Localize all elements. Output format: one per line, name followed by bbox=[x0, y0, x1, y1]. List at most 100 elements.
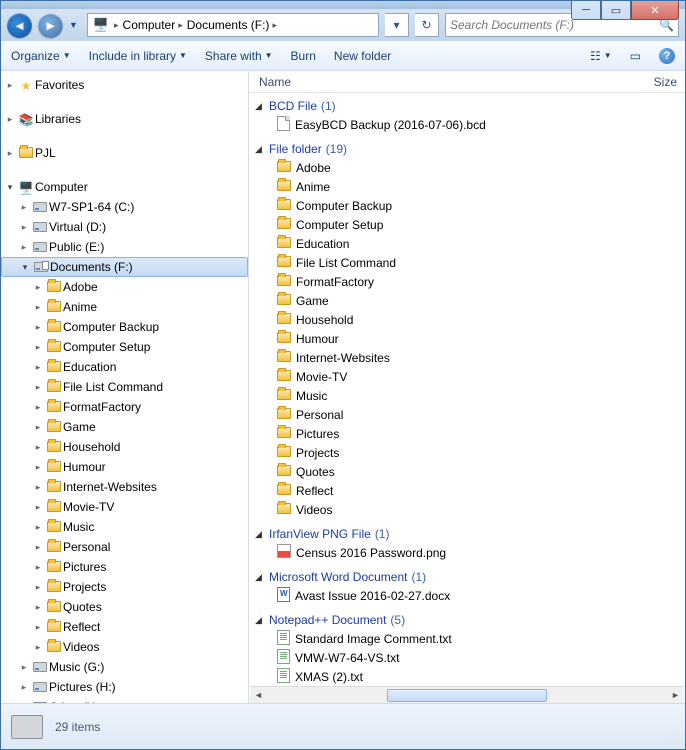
list-item[interactable]: Pictures bbox=[255, 424, 685, 443]
group-header-bcdfile[interactable]: ◢BCD File (1) bbox=[255, 97, 685, 115]
list-item[interactable]: File List Command bbox=[255, 253, 685, 272]
sidebar-folder-quotes[interactable]: ▸Quotes bbox=[1, 597, 248, 617]
horizontal-scrollbar[interactable]: ◄ ► bbox=[250, 686, 684, 703]
view-menu[interactable]: ☷▼ bbox=[590, 49, 612, 63]
expand-arrow[interactable]: ▸ bbox=[31, 482, 45, 493]
scroll-track[interactable] bbox=[267, 688, 667, 703]
column-size[interactable]: Size bbox=[635, 75, 685, 89]
sidebar-computer[interactable]: ▾🖥️Computer bbox=[1, 177, 248, 197]
sidebar-folder-movietv[interactable]: ▸Movie-TV bbox=[1, 497, 248, 517]
expand-arrow[interactable]: ▸ bbox=[31, 542, 45, 553]
expand-arrow[interactable]: ▸ bbox=[3, 114, 17, 125]
list-item[interactable]: Household bbox=[255, 310, 685, 329]
list-item[interactable]: Education bbox=[255, 234, 685, 253]
scroll-thumb[interactable] bbox=[387, 689, 547, 702]
list-item[interactable]: Anime bbox=[255, 177, 685, 196]
new-folder-button[interactable]: New folder bbox=[334, 49, 391, 63]
expand-arrow[interactable]: ▸ bbox=[31, 402, 45, 413]
sidebar-favorites[interactable]: ▸★Favorites bbox=[1, 75, 248, 95]
sidebar-libraries[interactable]: ▸📚Libraries bbox=[1, 109, 248, 129]
list-item[interactable]: Quotes bbox=[255, 462, 685, 481]
sidebar-folder-household[interactable]: ▸Household bbox=[1, 437, 248, 457]
expand-arrow[interactable]: ▸ bbox=[31, 302, 45, 313]
sidebar-drive-picturesh[interactable]: ▸Pictures (H:) bbox=[1, 677, 248, 697]
expand-arrow[interactable]: ▸ bbox=[31, 522, 45, 533]
expand-arrow[interactable]: ▸ bbox=[31, 422, 45, 433]
expand-arrow[interactable]: ▸ bbox=[31, 602, 45, 613]
scroll-left-arrow[interactable]: ◄ bbox=[250, 688, 267, 703]
sidebar-folder-projects[interactable]: ▸Projects bbox=[1, 577, 248, 597]
list-item[interactable]: Videos bbox=[255, 500, 685, 519]
sidebar-folder-videos[interactable]: ▸Videos bbox=[1, 637, 248, 657]
expand-arrow[interactable]: ▸ bbox=[31, 502, 45, 513]
list-item[interactable]: Projects bbox=[255, 443, 685, 462]
sidebar-drive-musicg[interactable]: ▸Music (G:) bbox=[1, 657, 248, 677]
expand-arrow[interactable]: ▸ bbox=[31, 382, 45, 393]
list-item[interactable]: Humour bbox=[255, 329, 685, 348]
list-item[interactable]: Avast Issue 2016-02-27.docx bbox=[255, 586, 685, 605]
expand-arrow[interactable]: ▾ bbox=[18, 262, 32, 273]
breadcrumb-documents[interactable]: Documents (F:)▸ bbox=[187, 18, 277, 32]
list-item[interactable]: Census 2016 Password.png bbox=[255, 543, 685, 562]
sidebar-folder-game[interactable]: ▸Game bbox=[1, 417, 248, 437]
sidebar-folder-filelistcommand[interactable]: ▸File List Command bbox=[1, 377, 248, 397]
prev-locations-button[interactable]: ▾ bbox=[385, 13, 409, 37]
refresh-button[interactable]: ↻ bbox=[415, 13, 439, 37]
back-button[interactable]: ◄ bbox=[7, 13, 32, 38]
share-with-menu[interactable]: Share with▼ bbox=[205, 49, 273, 63]
expand-arrow[interactable]: ▸ bbox=[31, 362, 45, 373]
list-item[interactable]: Standard Image Comment.txt bbox=[255, 629, 685, 648]
list-item[interactable]: Personal bbox=[255, 405, 685, 424]
column-name[interactable]: Name bbox=[259, 75, 635, 89]
list-item[interactable]: XMAS (2).txt bbox=[255, 667, 685, 686]
sidebar-folder-anime[interactable]: ▸Anime bbox=[1, 297, 248, 317]
scroll-right-arrow[interactable]: ► bbox=[667, 688, 684, 703]
list-item[interactable]: VMW-W7-64-VS.txt bbox=[255, 648, 685, 667]
sidebar-drive-publice[interactable]: ▸Public (E:) bbox=[1, 237, 248, 257]
expand-arrow[interactable]: ▸ bbox=[31, 322, 45, 333]
expand-arrow[interactable]: ▾ bbox=[3, 182, 17, 193]
sidebar-folder-adobe[interactable]: ▸Adobe bbox=[1, 277, 248, 297]
list-item[interactable]: Reflect bbox=[255, 481, 685, 500]
minimize-button[interactable]: ─ bbox=[571, 1, 601, 20]
expand-arrow[interactable]: ▸ bbox=[17, 242, 31, 253]
sidebar-drive-documentsf[interactable]: ▾Documents (F:) bbox=[1, 257, 248, 277]
list-item[interactable]: Internet-Websites bbox=[255, 348, 685, 367]
sidebar-drive-virtuald[interactable]: ▸Virtual (D:) bbox=[1, 217, 248, 237]
sidebar-folder-formatfactory[interactable]: ▸FormatFactory bbox=[1, 397, 248, 417]
close-button[interactable]: ✕ bbox=[631, 1, 679, 20]
list-item[interactable]: FormatFactory bbox=[255, 272, 685, 291]
list-item[interactable]: Game bbox=[255, 291, 685, 310]
expand-arrow[interactable]: ▸ bbox=[31, 562, 45, 573]
group-header-notepaddocument[interactable]: ◢Notepad++ Document (5) bbox=[255, 611, 685, 629]
sidebar-folder-computerbackup[interactable]: ▸Computer Backup bbox=[1, 317, 248, 337]
forward-button[interactable]: ► bbox=[38, 13, 63, 38]
breadcrumb-root[interactable]: ▸ bbox=[114, 20, 119, 31]
help-button[interactable]: ? bbox=[659, 48, 675, 64]
list-item[interactable]: Music bbox=[255, 386, 685, 405]
sidebar-folder-computersetup[interactable]: ▸Computer Setup bbox=[1, 337, 248, 357]
group-header-filefolder[interactable]: ◢File folder (19) bbox=[255, 140, 685, 158]
sidebar-folder-personal[interactable]: ▸Personal bbox=[1, 537, 248, 557]
include-library-menu[interactable]: Include in library▼ bbox=[89, 49, 187, 63]
history-dropdown[interactable]: ▼ bbox=[69, 20, 81, 30]
list-item[interactable]: Movie-TV bbox=[255, 367, 685, 386]
sidebar-folder-internetwebsites[interactable]: ▸Internet-Websites bbox=[1, 477, 248, 497]
expand-arrow[interactable]: ▸ bbox=[17, 662, 31, 673]
sidebar-folder-pictures[interactable]: ▸Pictures bbox=[1, 557, 248, 577]
sidebar-pjl[interactable]: ▸PJL bbox=[1, 143, 248, 163]
sidebar-folder-music[interactable]: ▸Music bbox=[1, 517, 248, 537]
expand-arrow[interactable]: ▸ bbox=[31, 282, 45, 293]
expand-arrow[interactable]: ▸ bbox=[17, 682, 31, 693]
sidebar-drive-w7sp164c[interactable]: ▸W7-SP1-64 (C:) bbox=[1, 197, 248, 217]
expand-arrow[interactable]: ▸ bbox=[17, 222, 31, 233]
group-header-microsoftworddocument[interactable]: ◢Microsoft Word Document (1) bbox=[255, 568, 685, 586]
expand-arrow[interactable]: ▸ bbox=[31, 582, 45, 593]
search-input[interactable] bbox=[450, 18, 659, 32]
burn-button[interactable]: Burn bbox=[291, 49, 316, 63]
list-item[interactable]: Adobe bbox=[255, 158, 685, 177]
expand-arrow[interactable]: ▸ bbox=[17, 202, 31, 213]
organize-menu[interactable]: Organize▼ bbox=[11, 49, 71, 63]
sidebar-folder-reflect[interactable]: ▸Reflect bbox=[1, 617, 248, 637]
expand-arrow[interactable]: ▸ bbox=[31, 342, 45, 353]
